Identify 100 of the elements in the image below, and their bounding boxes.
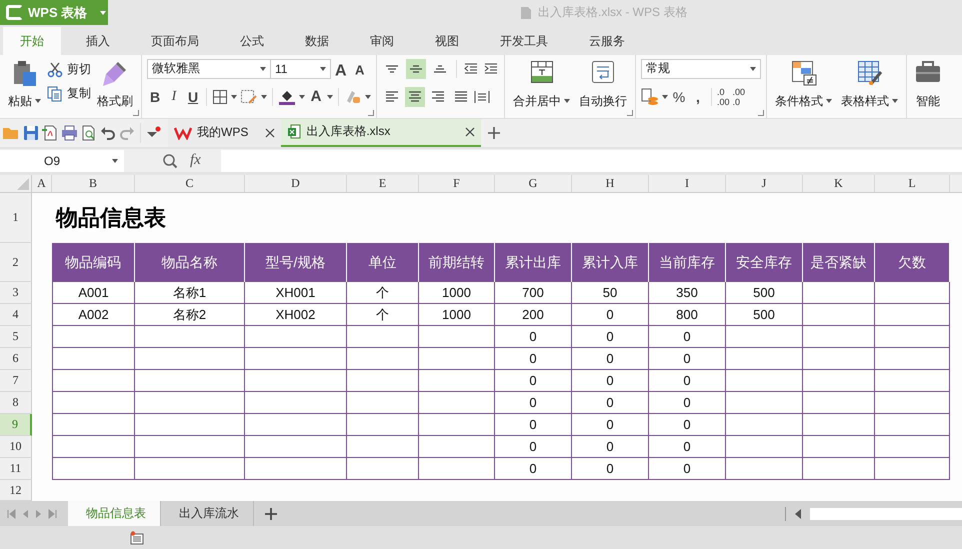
row-header[interactable]: 4 (0, 304, 32, 326)
text-style-button[interactable]: B (147, 88, 163, 105)
column-header[interactable]: A (32, 175, 52, 192)
text-style-button[interactable]: I (166, 88, 182, 105)
font-name-dropdown[interactable]: 微软雅黑 (147, 58, 271, 79)
row-header[interactable]: 9 (0, 414, 32, 436)
menu-tab[interactable]: 审阅 (354, 26, 410, 55)
print-preview-icon[interactable] (81, 124, 97, 141)
decimal-button[interactable]: .0 .00 (717, 86, 730, 107)
table-cell: 0 (572, 370, 649, 392)
horizontal-align-button[interactable] (405, 86, 425, 107)
column-header[interactable]: C (135, 175, 245, 192)
horizontal-scrollbar[interactable] (810, 508, 962, 520)
menu-tab[interactable]: 开始 (3, 26, 61, 55)
row-header[interactable]: 7 (0, 370, 32, 392)
name-box[interactable]: O9 (0, 150, 124, 172)
smart-tools-button[interactable]: 智能 (912, 58, 944, 110)
column-header[interactable]: F (419, 175, 495, 192)
format-painter-button[interactable]: 格式刷 (94, 58, 136, 110)
merge-center-button[interactable]: 合并居中 (510, 58, 573, 110)
caret-icon[interactable] (327, 94, 333, 99)
customize-dropdown-icon[interactable] (146, 126, 162, 140)
column-header[interactable]: G (495, 175, 572, 192)
row-header[interactable]: 12 (0, 480, 32, 502)
column-header[interactable]: B (52, 175, 135, 192)
column-header[interactable]: J (726, 175, 803, 192)
menu-tab[interactable]: 页面布局 (135, 26, 215, 55)
comma-style-button[interactable]: , (690, 88, 706, 105)
dialog-launcher-icon[interactable] (133, 110, 139, 116)
caret-icon[interactable] (231, 94, 237, 99)
caret-icon[interactable] (662, 94, 668, 99)
number-format-dropdown[interactable]: 常规 (641, 58, 761, 79)
menu-tab[interactable]: 数据 (289, 26, 345, 55)
caret-icon[interactable] (365, 94, 371, 99)
row-header[interactable]: 10 (0, 436, 32, 458)
fill-color-icon[interactable] (278, 88, 296, 106)
undo-icon[interactable] (100, 124, 116, 141)
distribute-icon[interactable] (474, 88, 490, 105)
row-header[interactable]: 1 (0, 193, 32, 244)
export-pdf-icon[interactable] (42, 124, 58, 141)
column-header[interactable]: H (572, 175, 649, 192)
row-header[interactable]: 8 (0, 392, 32, 414)
close-icon[interactable] (465, 126, 476, 137)
merge-cells-icon (530, 60, 554, 84)
search-icon[interactable] (162, 152, 178, 168)
vertical-align-button[interactable] (406, 58, 426, 79)
notes-icon[interactable] (130, 530, 144, 545)
caret-icon[interactable] (299, 94, 305, 99)
caret-icon (892, 99, 898, 104)
increase-font-button[interactable]: A (335, 56, 351, 80)
copy-icon (47, 86, 63, 102)
paste-button[interactable]: 粘贴 (5, 58, 44, 110)
row-header[interactable]: 6 (0, 348, 32, 370)
dialog-launcher-icon[interactable] (758, 110, 764, 116)
save-icon[interactable] (23, 124, 39, 141)
sheet-tab[interactable]: 物品信息表 (68, 501, 161, 526)
percent-button[interactable]: % (671, 88, 687, 105)
document-tab[interactable]: 出入库表格.xlsx (281, 118, 482, 147)
column-header[interactable]: D (245, 175, 347, 192)
row-header[interactable]: 2 (0, 243, 32, 282)
menu-tab[interactable]: 视图 (419, 26, 475, 55)
column-header[interactable]: I (649, 175, 726, 192)
dialog-launcher-icon[interactable] (368, 110, 374, 116)
table-style-button[interactable]: 表格样式 (838, 58, 901, 110)
row-header[interactable]: 11 (0, 458, 32, 480)
document-tab[interactable]: 我的WPS (168, 118, 282, 147)
table-cell: A002 (52, 304, 135, 326)
column-header[interactable]: K (803, 175, 875, 192)
decrease-font-button[interactable]: A (355, 60, 371, 78)
new-tab-plus-icon[interactable] (487, 126, 502, 140)
menu-tab[interactable]: 公式 (224, 26, 280, 55)
row-header[interactable]: 5 (0, 326, 32, 348)
menu-tab[interactable]: 云服务 (573, 26, 641, 55)
insert-function-button[interactable]: fx (190, 152, 201, 169)
print-icon[interactable] (61, 124, 78, 141)
decimal-button[interactable]: .00 .0 (732, 86, 746, 107)
table-cell (803, 326, 875, 348)
dialog-launcher-icon[interactable] (627, 110, 633, 116)
currency-icon[interactable] (641, 88, 659, 106)
menu-tab[interactable]: 插入 (70, 26, 126, 55)
formula-input-field[interactable] (221, 150, 962, 172)
column-header[interactable]: L (875, 175, 950, 192)
font-size-dropdown[interactable]: 11 (270, 58, 331, 79)
caret-icon[interactable] (261, 94, 267, 99)
scroll-left-icon[interactable] (794, 508, 802, 519)
borders-icon[interactable] (212, 88, 228, 105)
cut-button[interactable]: 剪切 (47, 60, 91, 79)
font-color-button[interactable]: A (308, 88, 324, 106)
column-header[interactable]: E (347, 175, 419, 192)
menu-tab[interactable]: 开发工具 (484, 26, 564, 55)
table-cell (347, 370, 419, 392)
copy-button[interactable]: 复制 (47, 84, 91, 103)
conditional-format-button[interactable]: 条件格式 (772, 58, 835, 110)
table-border-icon[interactable] (240, 88, 258, 105)
wrap-text-button[interactable]: 自动换行 (576, 58, 630, 110)
close-icon[interactable] (265, 128, 276, 138)
add-sheet-plus-icon[interactable] (264, 506, 278, 521)
align-icon (432, 91, 444, 102)
text-style-button[interactable]: U (185, 88, 201, 105)
row-header[interactable]: 3 (0, 282, 32, 304)
